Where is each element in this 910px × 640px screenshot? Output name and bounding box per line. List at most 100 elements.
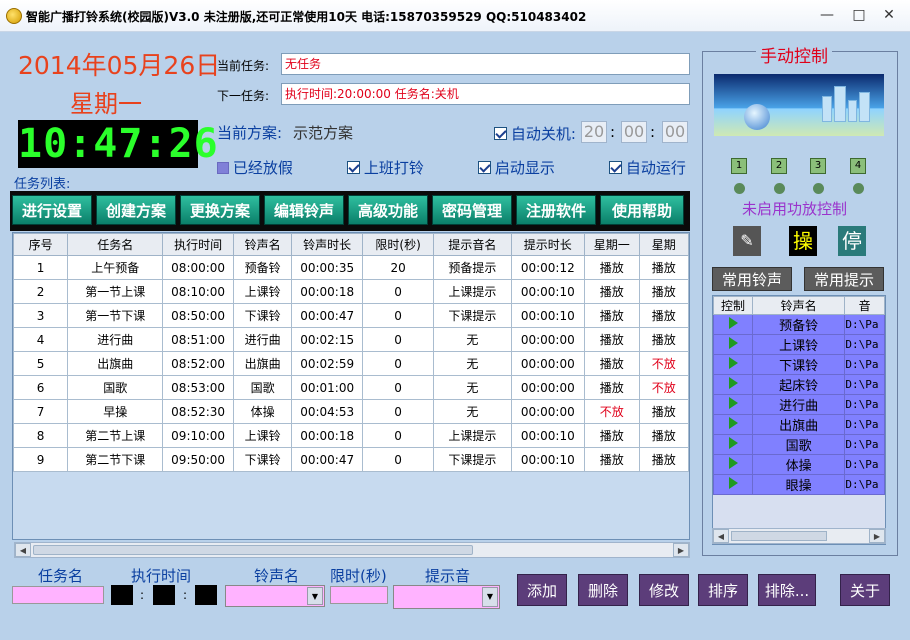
play-cell[interactable] bbox=[713, 354, 754, 375]
sort-button[interactable]: 排序 bbox=[698, 574, 748, 606]
operate-button[interactable]: 操 bbox=[789, 226, 817, 256]
exec-hour-input[interactable] bbox=[111, 585, 133, 605]
play-cell[interactable] bbox=[713, 394, 754, 415]
play-icon[interactable] bbox=[728, 436, 738, 449]
play-cell[interactable] bbox=[713, 434, 754, 455]
column-header[interactable]: 执行时间 bbox=[162, 233, 234, 256]
table-horizontal-scrollbar[interactable]: ◀ ▶ bbox=[14, 542, 690, 558]
tip-select[interactable]: ▼ bbox=[393, 585, 500, 609]
scroll-left-icon[interactable]: ◀ bbox=[713, 529, 729, 543]
limit-input[interactable] bbox=[330, 586, 388, 604]
play-cell[interactable] bbox=[713, 414, 754, 435]
play-cell[interactable] bbox=[713, 334, 754, 355]
auto-shutdown-checkbox[interactable] bbox=[494, 127, 507, 140]
list-item[interactable]: 出旗曲 D:\Pa bbox=[713, 414, 885, 435]
chevron-down-icon[interactable]: ▼ bbox=[482, 587, 498, 607]
holiday-indicator[interactable] bbox=[217, 161, 229, 174]
ring-list-column-header[interactable]: 控制 bbox=[713, 296, 754, 315]
table-row[interactable]: 2 第一节上课 08:10:00 上课铃 00:00:18 0 上课提示 00:00:10 播放… bbox=[13, 279, 689, 304]
maximize-button[interactable]: □ bbox=[846, 4, 872, 26]
chevron-down-icon[interactable]: ▼ bbox=[307, 587, 323, 605]
table-row[interactable]: 9 第二节下课 09:50:00 下课铃 00:00:47 0 下课提示 00:00:10 播放… bbox=[13, 447, 689, 472]
column-header[interactable]: 任务名 bbox=[67, 233, 164, 256]
zone-3-button[interactable]: 3 bbox=[810, 158, 826, 174]
list-item[interactable]: 上课铃 D:\Pa bbox=[713, 334, 885, 355]
auto-shutdown-option[interactable]: 自动关机: bbox=[494, 123, 576, 144]
list-item[interactable]: 下课铃 D:\Pa bbox=[713, 354, 885, 375]
task-name-input[interactable] bbox=[12, 586, 104, 604]
minimize-button[interactable]: — bbox=[814, 4, 840, 26]
play-icon[interactable] bbox=[728, 336, 738, 349]
play-icon[interactable] bbox=[728, 476, 738, 489]
exclude-button[interactable]: 排除... bbox=[758, 574, 816, 606]
column-header[interactable]: 铃声名 bbox=[232, 233, 293, 256]
ring-list-column-header[interactable]: 音 bbox=[844, 296, 885, 315]
column-header[interactable]: 序号 bbox=[13, 233, 69, 256]
table-row[interactable]: 1 上午预备 08:00:00 预备铃 00:00:35 20 预备提示 00:00:12 播放… bbox=[13, 255, 689, 280]
column-header[interactable]: 提示时长 bbox=[510, 233, 586, 256]
create-scheme-button[interactable]: 创建方案 bbox=[96, 195, 176, 225]
autorun-option[interactable]: 自动运行 bbox=[609, 157, 686, 178]
play-icon[interactable] bbox=[728, 456, 738, 469]
scroll-right-icon[interactable]: ▶ bbox=[869, 529, 885, 543]
shutdown-hour-field[interactable]: 20 bbox=[581, 121, 607, 143]
play-cell[interactable] bbox=[713, 454, 754, 475]
autorun-checkbox[interactable] bbox=[609, 161, 622, 174]
play-cell[interactable] bbox=[713, 474, 754, 495]
table-row[interactable]: 4 进行曲 08:51:00 进行曲 00:02:15 0 无 00:00:00 播放 播放 bbox=[13, 327, 689, 352]
stop-button[interactable]: 停 bbox=[838, 226, 866, 256]
help-button[interactable]: 使用帮助 bbox=[600, 195, 684, 225]
change-scheme-button[interactable]: 更换方案 bbox=[180, 195, 260, 225]
play-icon[interactable] bbox=[728, 396, 738, 409]
list-item[interactable]: 起床铃 D:\Pa bbox=[713, 374, 885, 395]
ring-list-column-header[interactable]: 铃声名 bbox=[752, 296, 846, 315]
scroll-right-icon[interactable]: ▶ bbox=[673, 543, 689, 557]
zone-4-button[interactable]: 4 bbox=[850, 158, 866, 174]
ring-list-scrollbar[interactable]: ◀ ▶ bbox=[712, 528, 886, 544]
column-header[interactable]: 限时(秒) bbox=[361, 233, 435, 256]
shutdown-second-field[interactable]: 00 bbox=[662, 121, 688, 143]
table-row[interactable]: 5 出旗曲 08:52:00 出旗曲 00:02:59 0 无 00:00:00 播放 不放 bbox=[13, 351, 689, 376]
exec-second-input[interactable] bbox=[195, 585, 217, 605]
scroll-left-icon[interactable]: ◀ bbox=[15, 543, 31, 557]
password-button[interactable]: 密码管理 bbox=[432, 195, 512, 225]
table-row[interactable]: 6 国歌 08:53:00 国歌 00:01:00 0 无 00:00:00 播放 不放 bbox=[13, 375, 689, 400]
common-ring-button[interactable]: 常用铃声 bbox=[712, 267, 792, 291]
table-row[interactable]: 7 早操 08:52:30 体操 00:04:53 0 无 00:00:00 不放 播放 bbox=[13, 399, 689, 424]
exec-minute-input[interactable] bbox=[153, 585, 175, 605]
column-header[interactable]: 星期一 bbox=[584, 233, 640, 256]
about-button[interactable]: 关于 bbox=[840, 574, 890, 606]
play-icon[interactable] bbox=[728, 416, 738, 429]
shutdown-minute-field[interactable]: 00 bbox=[621, 121, 647, 143]
current-task-field[interactable]: 无任务 bbox=[281, 53, 690, 75]
zone-1-button[interactable]: 1 bbox=[731, 158, 747, 174]
microphone-icon[interactable]: ✎ bbox=[733, 226, 761, 256]
table-row[interactable]: 8 第二节上课 09:10:00 上课铃 00:00:18 0 上课提示 00:00:10 播放… bbox=[13, 423, 689, 448]
register-button[interactable]: 注册软件 bbox=[516, 195, 596, 225]
play-icon[interactable] bbox=[728, 356, 738, 369]
table-row[interactable]: 3 第一节下课 08:50:00 下课铃 00:00:47 0 下课提示 00:00:10 播放… bbox=[13, 303, 689, 328]
play-icon[interactable] bbox=[728, 376, 738, 389]
add-button[interactable]: 添加 bbox=[517, 574, 567, 606]
common-tip-button[interactable]: 常用提示 bbox=[804, 267, 884, 291]
work-bell-option[interactable]: 上班打铃 bbox=[347, 157, 424, 178]
startup-show-checkbox[interactable] bbox=[478, 161, 491, 174]
modify-button[interactable]: 修改 bbox=[639, 574, 689, 606]
close-button[interactable]: ✕ bbox=[876, 4, 902, 26]
settings-button[interactable]: 进行设置 bbox=[12, 195, 92, 225]
column-header[interactable]: 提示音名 bbox=[433, 233, 512, 256]
ring-name-select[interactable]: ▼ bbox=[225, 585, 325, 607]
edit-ring-button[interactable]: 编辑铃声 bbox=[264, 195, 344, 225]
startup-show-option[interactable]: 启动显示 bbox=[478, 157, 555, 178]
work-bell-checkbox[interactable] bbox=[347, 161, 360, 174]
list-item[interactable]: 国歌 D:\Pa bbox=[713, 434, 885, 455]
list-item[interactable]: 预备铃 D:\Pa bbox=[713, 314, 885, 335]
column-header[interactable]: 铃声时长 bbox=[291, 233, 363, 256]
zone-2-button[interactable]: 2 bbox=[771, 158, 787, 174]
play-cell[interactable] bbox=[713, 314, 754, 335]
advanced-button[interactable]: 高级功能 bbox=[348, 195, 428, 225]
delete-button[interactable]: 删除 bbox=[578, 574, 628, 606]
column-header[interactable]: 星期 bbox=[638, 233, 689, 256]
next-task-field[interactable]: 执行时间:20:00:00 任务名:关机 bbox=[281, 83, 690, 105]
scroll-thumb[interactable] bbox=[33, 545, 473, 555]
